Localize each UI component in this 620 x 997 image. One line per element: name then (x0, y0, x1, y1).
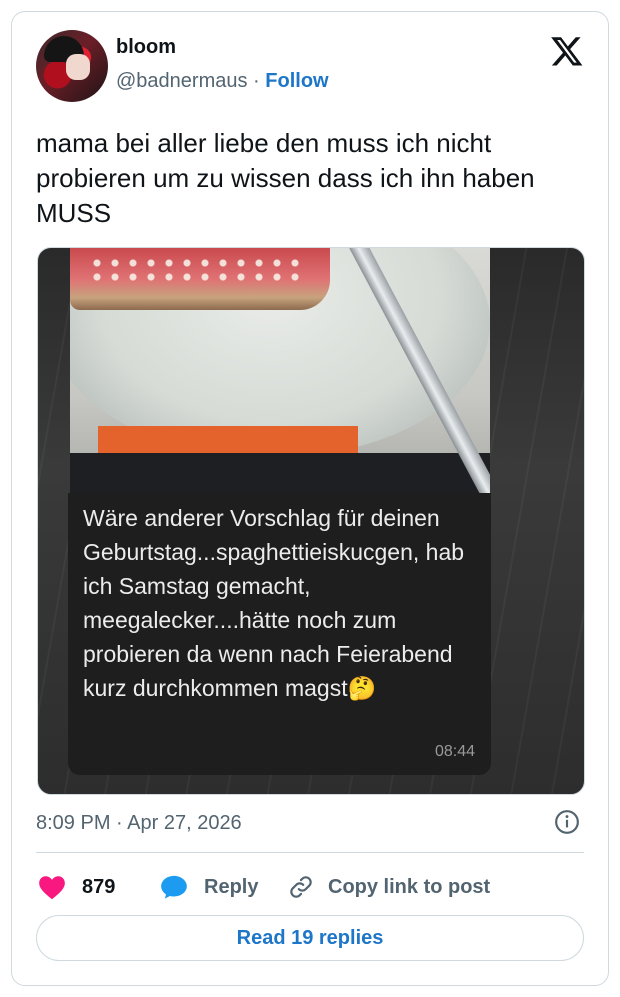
reply-button[interactable]: Reply (160, 870, 258, 904)
divider (36, 852, 584, 853)
heart-icon (39, 876, 65, 900)
cake-slice (70, 248, 330, 310)
author-handle-row: @badnermaus · Follow (116, 70, 329, 93)
handle-separator: · (253, 70, 260, 92)
x-logo-icon[interactable] (550, 34, 584, 68)
avatar[interactable] (36, 30, 108, 102)
avatar-face (66, 54, 90, 80)
orange-paper (98, 426, 358, 456)
link-icon (290, 876, 312, 898)
reply-label: Reply (204, 875, 259, 898)
copy-link-button[interactable]: Copy link to post (288, 870, 490, 904)
author-name[interactable]: bloom (116, 36, 176, 59)
cake-photo (70, 248, 490, 493)
read-replies-button[interactable]: Read 19 replies (36, 915, 584, 961)
photo-bottom-band (70, 453, 490, 493)
info-icon[interactable] (554, 809, 580, 835)
follow-button[interactable]: Follow (265, 70, 328, 92)
like-count: 879 (82, 875, 116, 898)
author-handle[interactable]: @badnermaus (116, 70, 247, 92)
tweet-card: bloom @badnermaus · Follow mama bei alle… (11, 11, 609, 986)
tweet-timestamp[interactable]: 8:09 PM · Apr 27, 2026 (36, 812, 242, 835)
chat-message-time: 08:44 (434, 743, 475, 760)
chat-message-bubble: Wäre anderer Vorschlag für deinen Geburt… (68, 493, 491, 775)
like-button[interactable]: 879 (38, 870, 115, 904)
tweet-media[interactable]: Wäre anderer Vorschlag für deinen Geburt… (37, 247, 585, 795)
copy-link-label: Copy link to post (328, 875, 491, 898)
speech-bubble-icon (161, 875, 187, 899)
chat-message-text: Wäre anderer Vorschlag für deinen Geburt… (83, 505, 465, 701)
tweet-text: mama bei aller liebe den muss ich nicht … (36, 128, 535, 228)
